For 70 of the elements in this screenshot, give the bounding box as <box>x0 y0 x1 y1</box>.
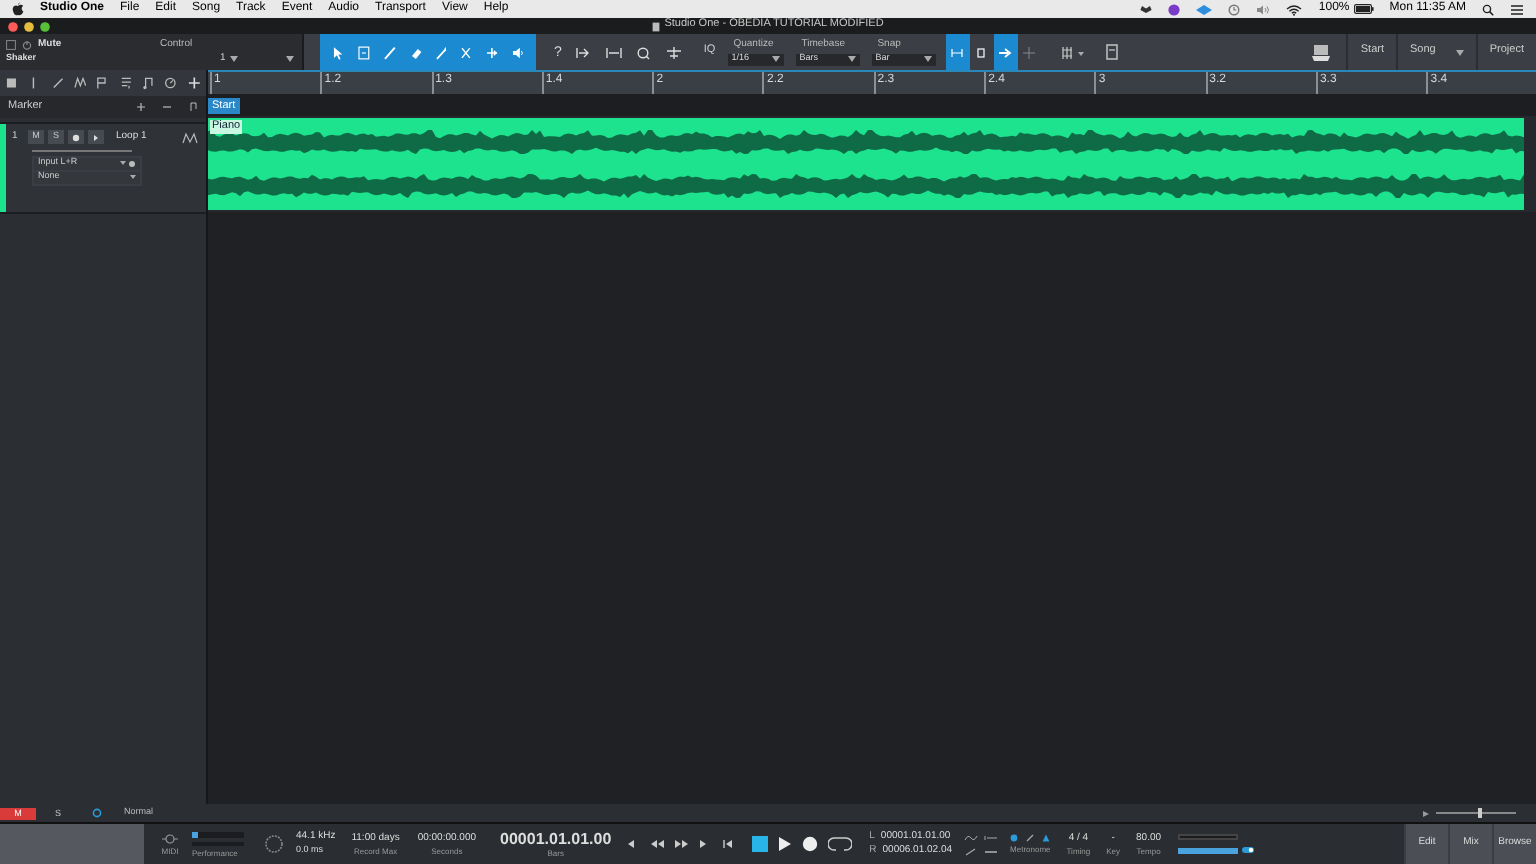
maximize-icon[interactable] <box>40 21 50 31</box>
toggle-icon[interactable] <box>128 159 136 167</box>
caret-icon <box>771 56 780 62</box>
floppy-icon[interactable] <box>1105 44 1118 60</box>
keyboard-icon[interactable] <box>6 40 16 51</box>
arrow-right-icon <box>998 45 1013 59</box>
menu-icon[interactable] <box>1510 3 1524 15</box>
box-icon <box>974 45 989 59</box>
plus-icon[interactable] <box>136 102 146 112</box>
metronome-dot-icon[interactable] <box>1010 834 1019 842</box>
toggle-button[interactable] <box>993 34 1018 70</box>
punch-icon[interactable] <box>984 847 999 855</box>
eraser-icon[interactable] <box>409 45 421 59</box>
search-icon[interactable] <box>1482 3 1494 15</box>
power-icon[interactable] <box>22 40 32 51</box>
split-icon[interactable] <box>486 45 499 59</box>
metronome-icon[interactable] <box>1042 834 1051 842</box>
toggle-icon[interactable] <box>1241 846 1254 854</box>
caret-icon <box>1455 49 1464 55</box>
stop-icon[interactable] <box>751 836 768 852</box>
speaker-icon[interactable] <box>512 45 524 59</box>
list-icon[interactable] <box>119 76 132 90</box>
minimize-icon[interactable] <box>24 21 34 31</box>
monitor-icon <box>92 133 100 142</box>
caret-icon <box>847 56 856 62</box>
skip-icon[interactable] <box>575 45 592 59</box>
apple-icon[interactable] <box>12 2 24 16</box>
record-icon[interactable] <box>801 836 818 852</box>
rewind-start-icon[interactable] <box>625 838 640 850</box>
volume-meter <box>1177 847 1238 853</box>
caret-icon[interactable] <box>229 56 238 62</box>
time-bars: 00001.01.01.00 <box>500 831 612 847</box>
circle-icon[interactable] <box>1168 3 1181 15</box>
close-icon[interactable] <box>8 21 18 31</box>
crosshair-icon <box>1022 45 1037 59</box>
caret-icon[interactable] <box>286 56 294 62</box>
monitor-button[interactable] <box>88 130 104 145</box>
pencil-icon[interactable] <box>383 45 396 59</box>
range-icon[interactable] <box>357 45 370 59</box>
plus-icon[interactable] <box>187 76 200 90</box>
play-small-icon[interactable] <box>1422 809 1430 817</box>
caret-icon <box>120 160 126 166</box>
wifi-icon[interactable] <box>1286 3 1303 15</box>
spread-icon[interactable] <box>605 45 622 59</box>
wave-icon[interactable] <box>73 76 87 90</box>
fast-forward-icon[interactable] <box>673 838 688 850</box>
document-icon <box>652 21 661 31</box>
skip-back-icon[interactable] <box>721 838 736 850</box>
record-button[interactable] <box>68 130 84 145</box>
caret-icon <box>923 56 932 62</box>
toggle-button[interactable] <box>945 34 970 70</box>
battery-icon <box>1353 4 1374 14</box>
snap-icon <box>950 45 965 59</box>
circle-icon[interactable] <box>92 808 102 818</box>
record-icon <box>72 133 80 142</box>
clock-icon[interactable] <box>1228 3 1241 15</box>
midi-icon <box>162 833 178 843</box>
minus-icon[interactable] <box>162 102 172 112</box>
square-icon[interactable] <box>6 76 19 90</box>
rewind-icon[interactable] <box>649 838 664 850</box>
arrow-icon[interactable] <box>332 45 344 59</box>
pre-roll-icon[interactable] <box>984 833 999 841</box>
caret-icon <box>130 174 136 180</box>
curve-icon[interactable] <box>964 833 979 841</box>
paint-icon[interactable] <box>435 45 447 59</box>
flag-icon[interactable] <box>96 76 110 90</box>
volume-icon[interactable] <box>1256 3 1271 15</box>
grid-icon[interactable] <box>1061 45 1086 59</box>
play-icon[interactable] <box>777 836 792 852</box>
transport-panel <box>0 824 144 864</box>
